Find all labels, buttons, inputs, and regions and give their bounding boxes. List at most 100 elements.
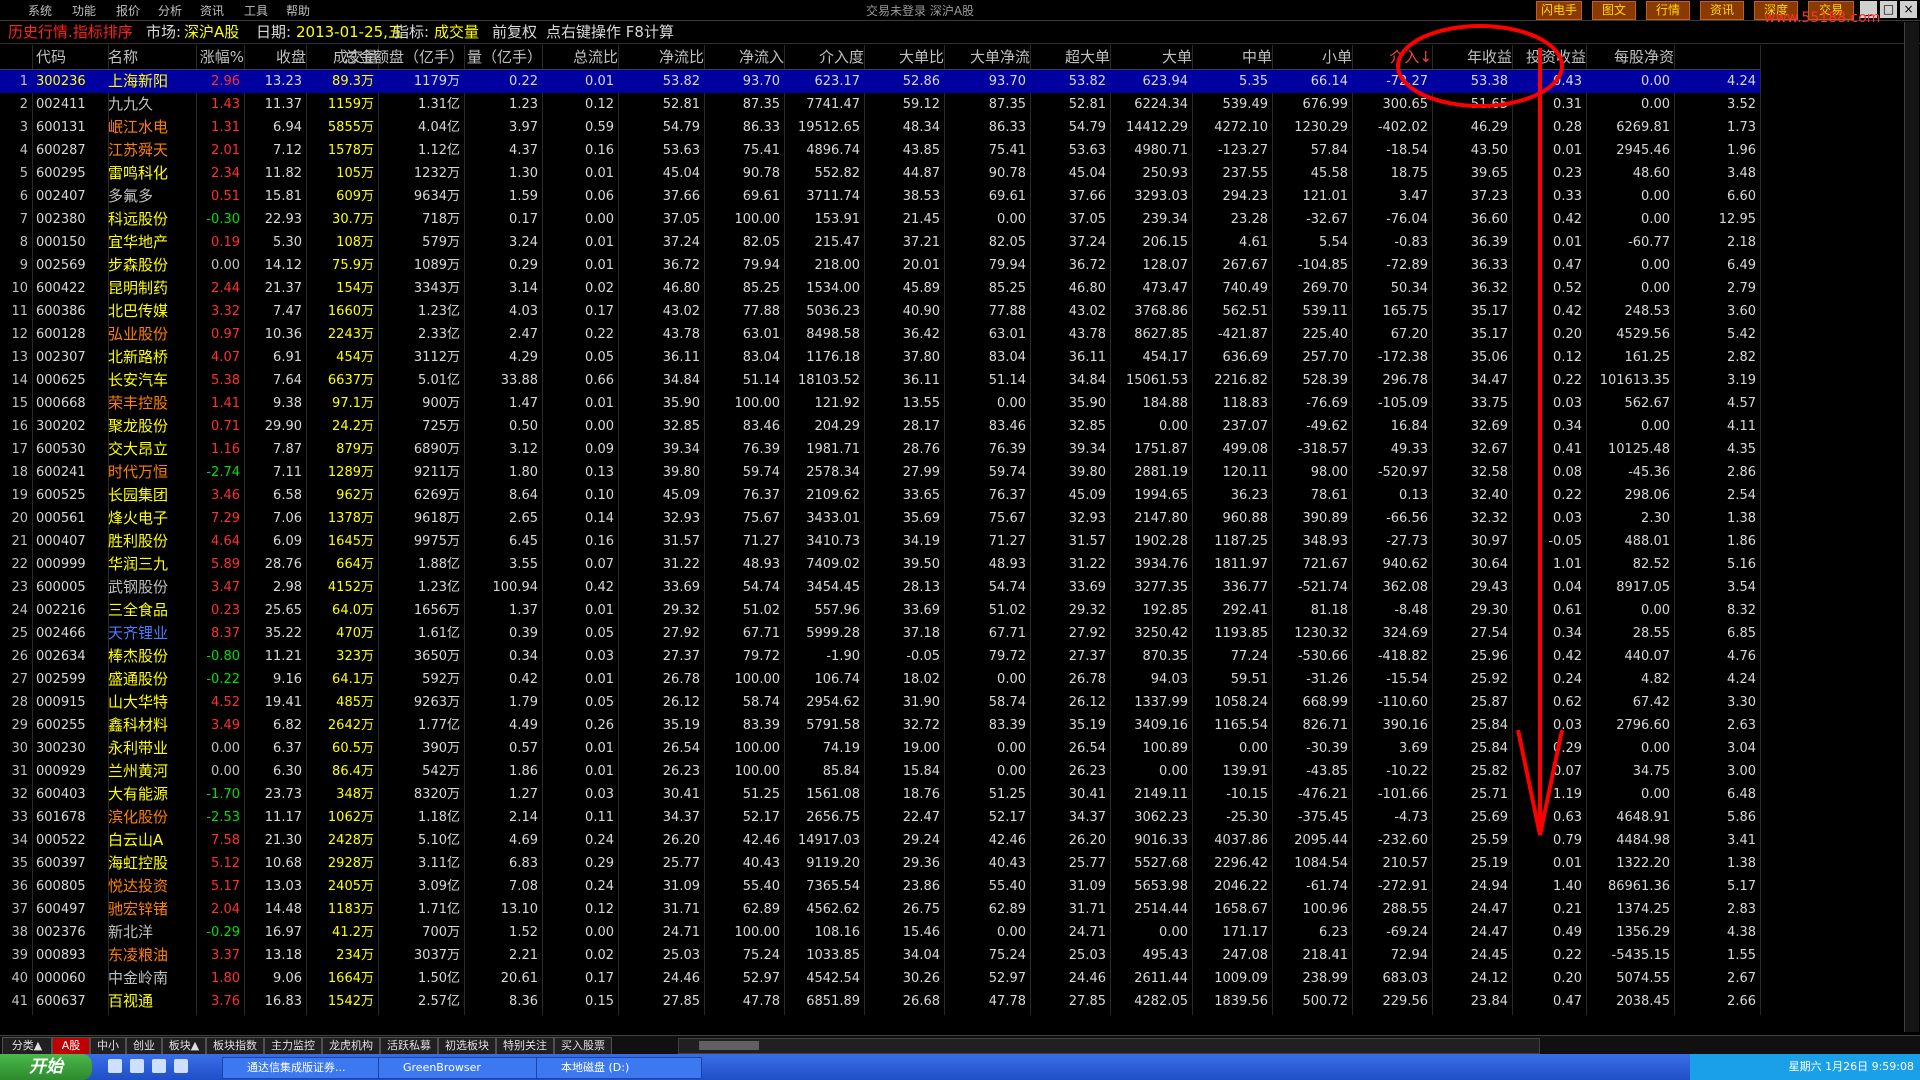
chart-text-button[interactable]: 图文 [1592, 1, 1636, 20]
table-row[interactable]: 31 000929 兰州黄河 0.00 6.30 86.4万 542万 1.86 0.01 26.… [0, 760, 1760, 783]
flash-trade-button[interactable]: 闪电手 [1536, 1, 1582, 20]
table-row[interactable]: 37 600497 驰宏锌锗 2.04 14.48 1183万 1.71亿 13.10 0.12… [0, 898, 1760, 921]
column-header-total-amount[interactable]: 总金额盘（亿手） [300, 45, 464, 69]
menu-analysis[interactable]: 分析 [158, 2, 182, 19]
table-row[interactable]: 40 000060 中金岭南 1.80 9.06 1664万 1.50亿 20.61 0.17 2… [0, 967, 1760, 990]
table-row[interactable]: 14 000625 长安汽车 5.38 7.64 6637万 5.01亿 33.88 0.66 3… [0, 369, 1760, 392]
browser-quick-icon[interactable] [130, 1059, 144, 1073]
column-header-big-order[interactable]: 大单 [1110, 45, 1192, 69]
menu-help[interactable]: 帮助 [286, 2, 310, 19]
table-row[interactable]: 28 000915 山大华特 4.52 19.41 485万 9263万 1.79 0.05 26… [0, 691, 1760, 714]
close-icon[interactable]: × [1900, 1, 1917, 18]
task-tdx[interactable]: 通达信集成版证券... [222, 1057, 388, 1079]
indicator-value[interactable]: 成交量 [434, 21, 479, 43]
tab-10[interactable]: 特别关注 [496, 1037, 554, 1055]
quick-launch-icon[interactable] [108, 1059, 122, 1073]
maximize-icon[interactable]: □ [1880, 1, 1897, 18]
column-header-big-order-net[interactable]: 大单净流 [944, 45, 1030, 69]
table-row[interactable]: 13 002307 北新路桥 4.07 6.91 454万 3112万 4.29 0.05 36.… [0, 346, 1760, 369]
table-row[interactable]: 3 600131 岷江水电 1.31 6.94 5855万 4.04亿 3.97 0.59 54.… [0, 116, 1760, 139]
column-header-nav-per-share[interactable]: 每股净资 [1586, 45, 1674, 69]
column-header-annual-return[interactable]: 年收益 [1432, 45, 1512, 69]
tab-2[interactable]: 中小 [90, 1037, 126, 1055]
adjust-mode[interactable]: 前复权 [492, 21, 537, 43]
table-row[interactable]: 24 002216 三全食品 0.23 25.65 64.0万 1656万 1.37 0.01 2… [0, 599, 1760, 622]
menu-quote[interactable]: 报价 [116, 2, 140, 19]
table-row[interactable]: 35 600397 海虹控股 5.12 10.68 2928万 3.11亿 6.83 0.29 2… [0, 852, 1760, 875]
table-row[interactable]: 9 002569 步森股份 0.00 14.12 75.9万 1089万 0.29 0.01 36… [0, 254, 1760, 277]
column-header-big-order-ratio[interactable]: 大单比 [864, 45, 944, 69]
column-header-close[interactable]: 收盘 [244, 45, 306, 69]
table-row[interactable]: 11 600386 北巴传媒 3.32 7.47 1660万 1.23亿 4.03 0.17 43… [0, 300, 1760, 323]
column-header-net-inflow[interactable]: 净流入 [704, 45, 784, 69]
tab-5[interactable]: 板块指数 [206, 1037, 264, 1055]
trade-button[interactable]: 交易 [1808, 1, 1854, 20]
table-row[interactable]: 41 600637 百视通 3.76 16.83 1542万 2.57亿 8.36 0.15 27… [0, 990, 1760, 1013]
table-row[interactable]: 5 600295 雷鸣科化 2.34 11.82 105万 1232万 1.30 0.01 45.… [0, 162, 1760, 185]
column-header-amount-qty[interactable]: 量（亿手） [462, 45, 542, 69]
table-row[interactable]: 36 600805 悦达投资 5.17 13.03 2405万 3.09亿 7.08 0.24 3… [0, 875, 1760, 898]
table-row[interactable]: 10 600422 昆明制药 2.44 21.37 154万 3343万 3.14 0.02 46… [0, 277, 1760, 300]
start-button[interactable]: 开始 [0, 1054, 92, 1080]
menu-tools[interactable]: 工具 [244, 2, 268, 19]
date-value[interactable]: 2013-01-25,五 [296, 21, 403, 43]
menu-system[interactable]: 系统 [28, 2, 52, 19]
market-button[interactable]: 行情 [1646, 1, 1690, 20]
media-quick-icon[interactable] [152, 1059, 166, 1073]
tab-4[interactable]: 板块▲ [162, 1037, 206, 1055]
table-row[interactable]: 26 002634 棒杰股份 -0.80 11.21 323万 3650万 0.34 0.03 2… [0, 645, 1760, 668]
table-row[interactable]: 30 300230 永利带业 0.00 6.37 60.5万 390万 0.57 0.01 26.… [0, 737, 1760, 760]
depth-button[interactable]: 深度 [1754, 1, 1798, 20]
menu-function[interactable]: 功能 [72, 2, 96, 19]
table-row[interactable]: 39 000893 东凌粮油 3.37 13.18 234万 3037万 2.21 0.02 25… [0, 944, 1760, 967]
table-row[interactable]: 1 300236 上海新阳 2.96 13.23 89.3万 1179万 0.22 0.01 53… [0, 70, 1760, 93]
tray-clock[interactable]: 星期六 1月26日 9:59:08 [1789, 1060, 1914, 1073]
table-row[interactable]: 25 002466 天齐锂业 8.37 35.22 470万 1.61亿 0.39 0.05 27… [0, 622, 1760, 645]
table-row[interactable]: 29 600255 鑫科材料 3.49 6.82 2642万 1.77亿 4.49 0.26 35… [0, 714, 1760, 737]
table-row[interactable]: 2 002411 九九久 1.43 11.37 1159万 1.31亿 1.23 0.12 52.… [0, 93, 1760, 116]
horizontal-scrollbar[interactable] [678, 1038, 1540, 1054]
table-row[interactable]: 22 000999 华润三九 5.89 28.76 664万 1.88亿 3.55 0.07 31… [0, 553, 1760, 576]
table-row[interactable]: 34 000522 白云山A 7.58 21.30 2428万 5.10亿 4.69 0.24 2… [0, 829, 1760, 852]
tab-6[interactable]: 主力监控 [264, 1037, 322, 1055]
table-row[interactable]: 12 600128 弘业股份 0.97 10.36 2243万 2.33亿 2.47 0.22 4… [0, 323, 1760, 346]
market-value[interactable]: 深沪A股 [184, 21, 239, 43]
column-header-total-flow-ratio[interactable]: 总流比 [542, 45, 618, 69]
tab-0[interactable]: 分类▲ [2, 1037, 52, 1055]
tab-1[interactable]: A股 [52, 1037, 90, 1055]
column-header-super-big-order[interactable]: 超大单 [1030, 45, 1110, 69]
vertical-scrollbar[interactable] [1904, 22, 1919, 1032]
table-row[interactable]: 6 002407 多氟多 0.51 15.81 609万 9634万 1.59 0.06 37.6… [0, 185, 1760, 208]
table-row[interactable]: 23 600005 武钢股份 3.47 2.98 4152万 1.23亿 100.94 0.42… [0, 576, 1760, 599]
column-header-mid-order[interactable]: 中单 [1192, 45, 1272, 69]
column-header-code[interactable]: 代码 [36, 45, 108, 69]
table-row[interactable]: 32 600403 大有能源 -1.70 23.73 348万 8320万 1.27 0.03 3… [0, 783, 1760, 806]
column-header-investment-income[interactable]: 投资收益 [1512, 45, 1586, 69]
table-row[interactable]: 21 000407 胜利股份 4.64 6.09 1645万 9975万 6.45 0.16 31… [0, 530, 1760, 553]
column-header-net-flow-ratio[interactable]: 净流比 [618, 45, 704, 69]
table-row[interactable]: 27 002599 盛通股份 -0.22 9.16 64.1万 592万 0.42 0.01 26… [0, 668, 1760, 691]
table-row[interactable]: 16 300202 聚龙股份 0.71 29.90 24.2万 725万 0.50 0.00 32… [0, 415, 1760, 438]
table-row[interactable]: 15 000668 荣丰控股 1.41 9.38 97.1万 900万 1.47 0.01 35.… [0, 392, 1760, 415]
tab-8[interactable]: 活跃私募 [380, 1037, 438, 1055]
table-row[interactable]: 17 600530 交大昂立 1.16 7.87 879万 6890万 3.12 0.09 39.… [0, 438, 1760, 461]
column-header-row-index[interactable] [2, 45, 32, 69]
menu-news[interactable]: 资讯 [200, 2, 224, 19]
minimize-icon[interactable]: _ [1860, 1, 1877, 18]
tab-9[interactable]: 初选板块 [438, 1037, 496, 1055]
table-row[interactable]: 38 002376 新北洋 -0.29 16.97 41.2万 700万 1.52 0.00 24… [0, 921, 1760, 944]
table-row[interactable]: 20 000561 烽火电子 7.29 7.06 1378万 9618万 2.65 0.14 32… [0, 507, 1760, 530]
ie-quick-icon[interactable] [174, 1059, 188, 1073]
table-row[interactable]: 18 600241 时代万恒 -2.74 7.11 1289万 9211万 1.80 0.13 3… [0, 461, 1760, 484]
column-header-name[interactable]: 名称 [108, 45, 196, 69]
tab-11[interactable]: 买入股票 [554, 1037, 612, 1055]
scrollbar-thumb[interactable] [699, 1041, 759, 1050]
column-header-change-pct[interactable]: 涨幅% [196, 45, 244, 69]
column-header-involvement[interactable]: 介入度 [784, 45, 864, 69]
table-row[interactable]: 8 000150 宜华地产 0.19 5.30 108万 579万 3.24 0.01 37.24… [0, 231, 1760, 254]
column-header-small-order[interactable]: 小单 [1272, 45, 1352, 69]
table-row[interactable]: 19 600525 长园集团 3.46 6.58 962万 6269万 8.64 0.10 45.… [0, 484, 1760, 507]
table-row[interactable]: 7 002380 科远股份 -0.30 22.93 30.7万 718万 0.17 0.00 37… [0, 208, 1760, 231]
table-row[interactable]: 4 600287 江苏舜天 2.01 7.12 1578万 1.12亿 4.37 0.16 53.… [0, 139, 1760, 162]
task-local-disk[interactable]: 本地磁盘 (D:) [536, 1057, 702, 1079]
